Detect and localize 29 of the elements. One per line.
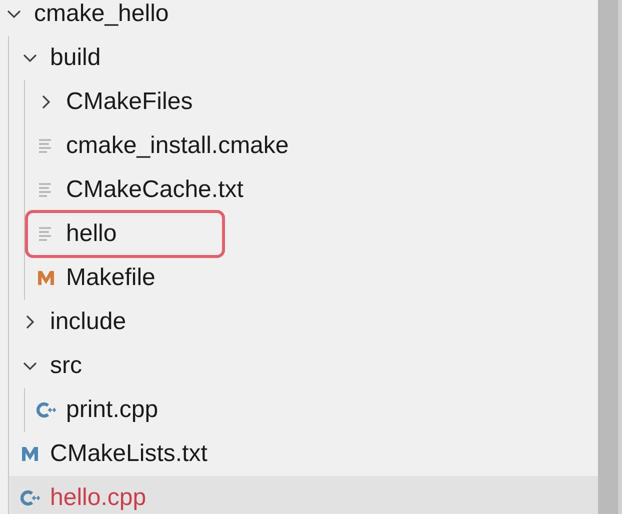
- folder-name: CMakeFiles: [66, 88, 193, 116]
- file-name: print.cpp: [66, 396, 158, 424]
- file-name: CMakeCache.txt: [66, 176, 244, 204]
- tree-row[interactable]: hello.cpp: [9, 476, 598, 514]
- file-name: cmake_install.cmake: [66, 132, 289, 160]
- file-name: CMakeLists.txt: [50, 440, 208, 468]
- folder-name: src: [50, 352, 82, 380]
- folder-name: include: [50, 308, 126, 336]
- m-letter-icon: [36, 268, 56, 288]
- tree-row[interactable]: src: [9, 344, 598, 388]
- tree-row[interactable]: Makefile: [25, 256, 598, 300]
- tree-row[interactable]: print.cpp: [25, 388, 598, 432]
- scrollbar[interactable]: [598, 0, 618, 514]
- tree-row[interactable]: CMakeLists.txt: [9, 432, 598, 476]
- tree-row[interactable]: include: [9, 300, 598, 344]
- file-name: hello.cpp: [50, 484, 146, 512]
- folder-name: cmake_hello: [34, 0, 169, 28]
- folder-name: build: [50, 44, 101, 72]
- tree-row[interactable]: build: [9, 36, 598, 80]
- cpp-file-icon: [36, 400, 56, 420]
- tree-row[interactable]: cmake_hello: [0, 0, 598, 36]
- tree-row[interactable]: CMakeCache.txt: [25, 168, 598, 212]
- cpp-file-icon: [20, 488, 40, 508]
- m-letter-icon: [20, 444, 40, 464]
- tree-row[interactable]: CMakeFiles: [25, 80, 598, 124]
- file-name: hello: [66, 220, 117, 248]
- tree-row[interactable]: hello: [25, 212, 598, 256]
- file-name: Makefile: [66, 264, 156, 292]
- tree-row[interactable]: cmake_install.cmake: [25, 124, 598, 168]
